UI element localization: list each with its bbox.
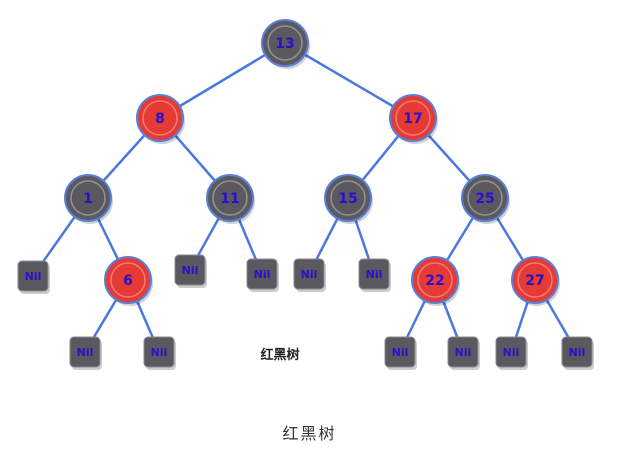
tree-node-27: 27 bbox=[511, 256, 560, 306]
node-label: 11 bbox=[220, 191, 239, 207]
nil-6-right: Nil bbox=[143, 336, 176, 370]
nil-label: Nil bbox=[366, 268, 383, 281]
nil-27-left: Nil bbox=[495, 336, 528, 370]
nil-11-left: Nil bbox=[174, 254, 207, 288]
nil-label: Nil bbox=[301, 268, 318, 281]
tree-node-13: 13 bbox=[261, 19, 310, 69]
nil-label: Nil bbox=[503, 346, 520, 359]
tree-node-22: 22 bbox=[411, 256, 460, 306]
nil-27-right: Nil bbox=[561, 336, 594, 370]
nil-15-right: Nil bbox=[358, 258, 391, 292]
figure-caption: 红黑树 bbox=[282, 424, 337, 443]
nil-label: Nil bbox=[25, 270, 42, 283]
node-label: 1 bbox=[83, 191, 93, 207]
nil-22-right: Nil bbox=[447, 336, 480, 370]
red-black-tree-diagram: 138 171 11 15 256 22 27 Nil Nil Nil Nil NilNil Nil N… bbox=[17, 19, 594, 370]
node-label: 22 bbox=[425, 273, 444, 289]
nil-label: Nil bbox=[182, 264, 199, 277]
nil-label: Nil bbox=[569, 346, 586, 359]
nil-11-right: Nil bbox=[246, 258, 279, 292]
nil-15-left: Nil bbox=[293, 258, 326, 292]
nil-label: Nil bbox=[151, 346, 168, 359]
diagram-inner-caption: 红黑树 bbox=[260, 347, 299, 363]
node-label: 15 bbox=[338, 191, 357, 207]
nil-label: Nil bbox=[254, 268, 271, 281]
nil-label: Nil bbox=[392, 346, 409, 359]
tree-node-25: 25 bbox=[461, 174, 510, 224]
tree-node-11: 11 bbox=[206, 174, 255, 224]
nil-22-left: Nil bbox=[384, 336, 417, 370]
node-label: 6 bbox=[123, 273, 133, 289]
node-label: 27 bbox=[525, 273, 544, 289]
nil-leaves: Nil Nil Nil Nil Nil Nil Nil Nil Nil Nil Nil bbox=[17, 254, 594, 370]
nil-label: Nil bbox=[77, 346, 94, 359]
nil-6-left: Nil bbox=[69, 336, 102, 370]
nil-label: Nil bbox=[455, 346, 472, 359]
tree-node-15: 15 bbox=[324, 174, 373, 224]
node-label: 17 bbox=[403, 111, 422, 127]
tree-node-1: 1 bbox=[64, 174, 113, 224]
tree-node-6: 6 bbox=[104, 256, 153, 306]
nil-1-left: Nil bbox=[17, 260, 50, 294]
node-label: 13 bbox=[275, 36, 294, 52]
node-label: 25 bbox=[475, 191, 494, 207]
node-label: 8 bbox=[155, 111, 165, 127]
